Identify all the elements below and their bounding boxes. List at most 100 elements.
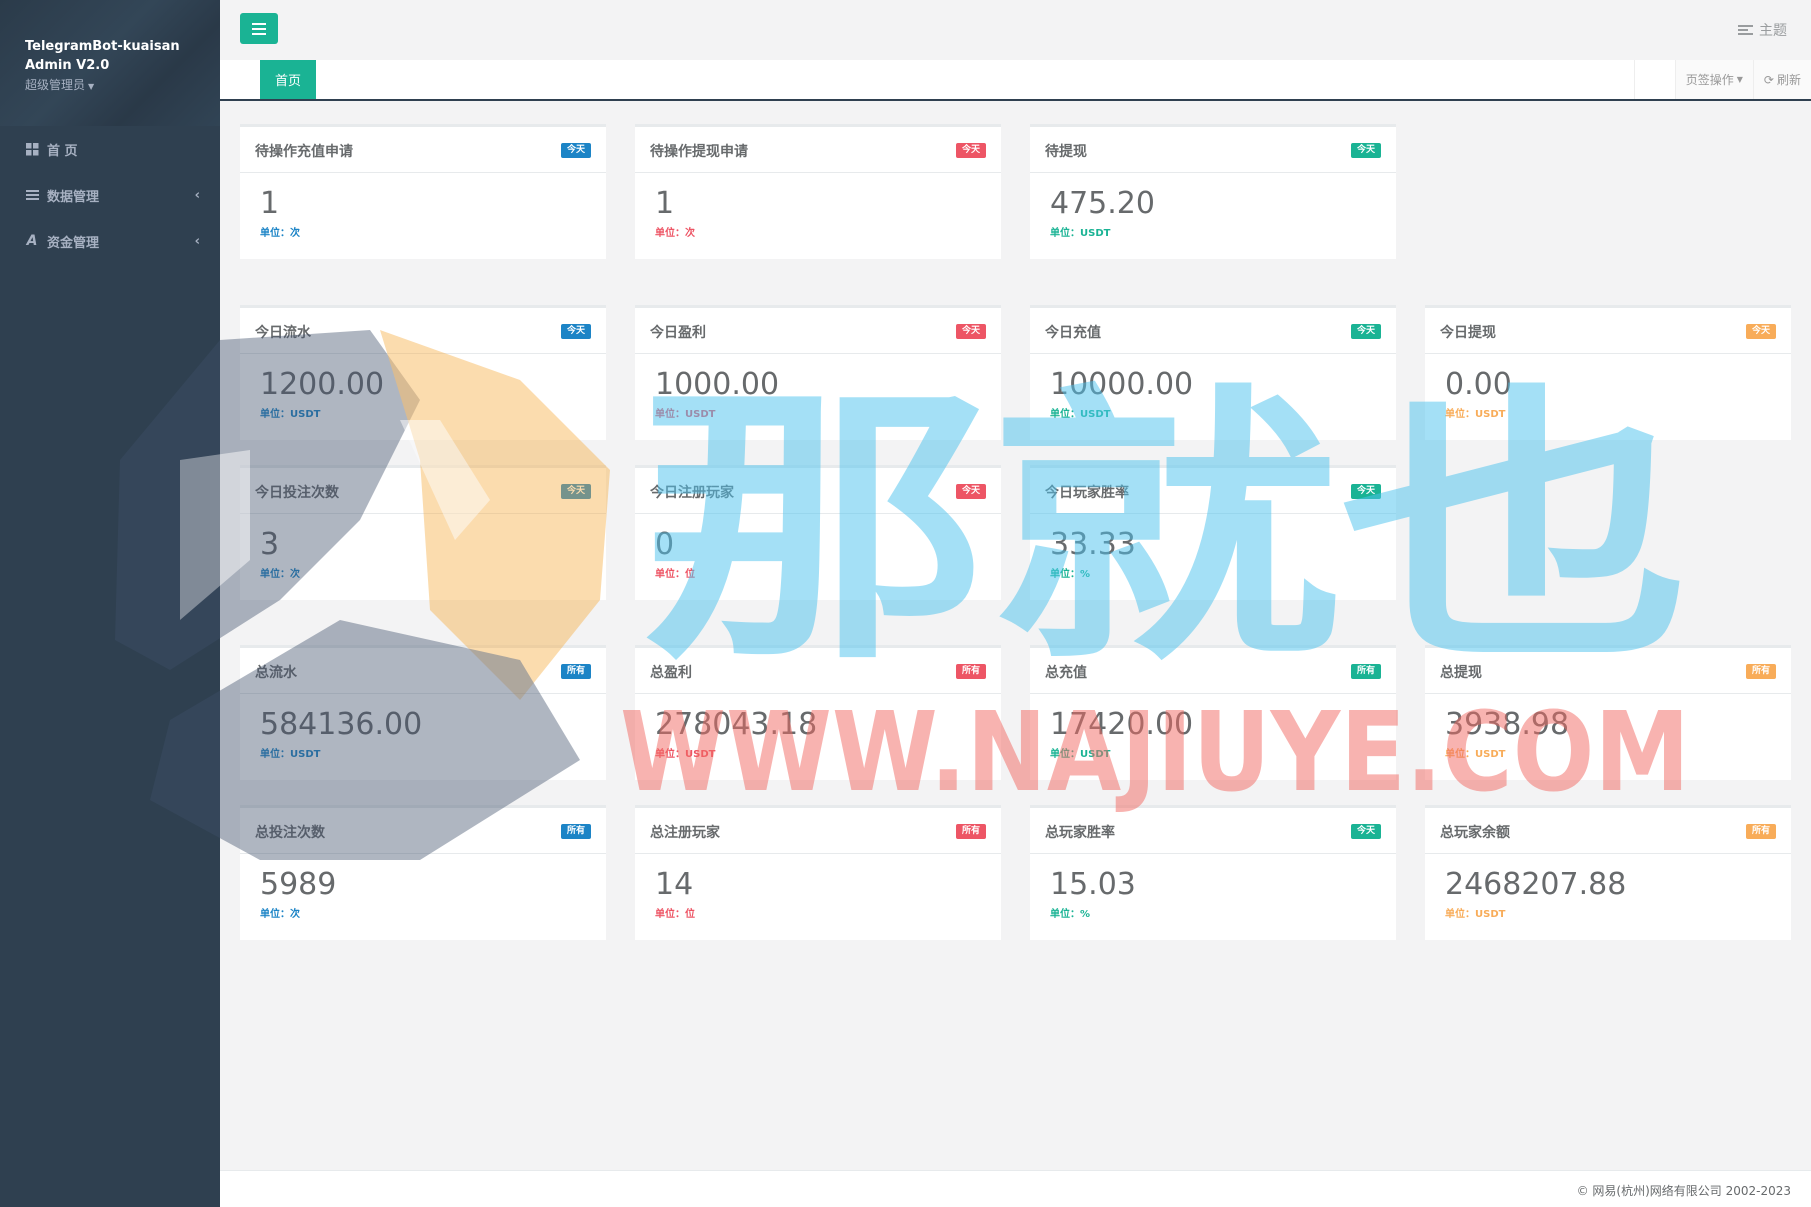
stat-card-header: 总充值 所有 [1030, 648, 1396, 694]
stat-card-title: 总提现 [1440, 665, 1482, 681]
stat-card-value: 2468207.88 [1445, 867, 1627, 902]
stat-card-title: 今日投注次数 [255, 485, 339, 501]
tab-scroll-right-button[interactable] [1633, 60, 1675, 99]
stat-card-unit: 单位：USDT [260, 409, 321, 420]
period-badge: 今天 [560, 143, 591, 158]
stat-card-unit: 单位：USDT [1050, 749, 1111, 760]
stat-card-unit: 单位：次 [655, 228, 695, 239]
stat-card-title: 总注册玩家 [650, 825, 720, 841]
stat-card-value: 33.33 [1050, 527, 1136, 562]
sidebar-item-label: 首 页 [47, 143, 78, 159]
refresh-button[interactable]: ⟳ 刷新 [1752, 60, 1811, 99]
stat-card-unit: 单位：次 [260, 569, 300, 580]
sidebar-item-fund-management[interactable]: A 资金管理 ‹ [0, 218, 220, 264]
stat-card-header: 今日玩家胜率 今天 [1030, 468, 1396, 514]
period-badge: 今天 [955, 484, 986, 499]
stat-card-header: 总投注次数 所有 [240, 808, 606, 854]
page-ops-dropdown[interactable]: 页签操作 ▼ [1674, 60, 1753, 99]
stat-card-value: 3 [260, 527, 280, 562]
period-badge: 今天 [1350, 324, 1381, 339]
stat-card-unit: 单位：USDT [1050, 228, 1111, 239]
theme-icon [1738, 25, 1753, 35]
stat-card-value: 10000.00 [1050, 367, 1194, 402]
stat-card-header: 今日投注次数 今天 [240, 468, 606, 514]
stat-card-unit: 单位：% [1050, 569, 1091, 580]
stat-card: 总玩家余额 所有 2468207.88 单位：USDT [1425, 805, 1791, 940]
sidebar-item-data-management[interactable]: 数据管理 ‹ [0, 172, 220, 218]
period-badge: 所有 [1350, 664, 1381, 679]
stat-card: 今日投注次数 今天 3 单位：次 [240, 465, 606, 600]
stat-card-value: 15.03 [1050, 867, 1136, 902]
stat-card-header: 今日盈利 今天 [635, 308, 1001, 354]
role-label: 超级管理员 [25, 78, 86, 92]
stat-card-title: 总玩家余额 [1440, 825, 1510, 841]
stat-card-header: 今日提现 今天 [1425, 308, 1791, 354]
stat-card: 总投注次数 所有 5989 单位：次 [240, 805, 606, 940]
period-badge: 今天 [1350, 143, 1381, 158]
sidebar-item-home[interactable]: 首 页 [0, 126, 220, 172]
stat-card-value: 3938.98 [1445, 707, 1570, 742]
stat-card-title: 待提现 [1045, 144, 1087, 160]
period-badge: 今天 [1350, 824, 1381, 839]
stat-card-value: 278043.18 [655, 707, 818, 742]
stat-card: 今日提现 今天 0.00 单位：USDT [1425, 305, 1791, 440]
stat-card: 待操作充值申请 今天 1 单位：次 [240, 124, 606, 259]
stat-card-header: 总流水 所有 [240, 648, 606, 694]
refresh-icon: ⟳ [1763, 72, 1774, 87]
role-dropdown[interactable]: 超级管理员 ▼ [25, 76, 220, 93]
stat-card-unit: 单位：USDT [655, 749, 716, 760]
stat-card-value: 584136.00 [260, 707, 423, 742]
stat-card-unit: 单位：位 [655, 569, 695, 580]
period-badge: 今天 [955, 143, 986, 158]
stat-card: 总玩家胜率 今天 15.03 单位：% [1030, 805, 1396, 940]
sidebar-nav: 首 页 数据管理 ‹ A 资金管理 ‹ [0, 126, 220, 264]
stat-card-header: 总注册玩家 所有 [635, 808, 1001, 854]
stat-card-header: 总盈利 所有 [635, 648, 1001, 694]
stat-card: 总注册玩家 所有 14 单位：位 [635, 805, 1001, 940]
period-badge: 今天 [560, 484, 591, 499]
theme-label: 主题 [1759, 23, 1787, 39]
menu-toggle-button[interactable] [240, 13, 278, 44]
page-ops-label: 页签操作 [1685, 73, 1734, 87]
period-badge: 今天 [560, 324, 591, 339]
stat-card-title: 今日充值 [1045, 325, 1101, 341]
tab-operations: 页签操作 ▼ ⟳ 刷新 [1633, 60, 1811, 99]
stat-card-header: 总玩家胜率 今天 [1030, 808, 1396, 854]
stat-card: 今日充值 今天 10000.00 单位：USDT [1030, 305, 1396, 440]
period-badge: 今天 [955, 324, 986, 339]
stat-card: 总流水 所有 584136.00 单位：USDT [240, 645, 606, 780]
stat-card-title: 总充值 [1045, 665, 1087, 681]
stat-card-title: 今日流水 [255, 325, 311, 341]
stat-card: 今日玩家胜率 今天 33.33 单位：% [1030, 465, 1396, 600]
stat-card-unit: 单位：USDT [1050, 409, 1111, 420]
font-a-icon: A [26, 233, 38, 249]
stat-card-unit: 单位：USDT [1445, 909, 1506, 920]
caret-down-icon: ▼ [88, 82, 95, 91]
stat-card-title: 今日提现 [1440, 325, 1496, 341]
tab-home[interactable]: 首页 [260, 60, 316, 99]
period-badge: 所有 [955, 664, 986, 679]
stat-card-value: 475.20 [1050, 186, 1155, 221]
stat-card: 待提现 今天 475.20 单位：USDT [1030, 124, 1396, 259]
stat-card-value: 1000.00 [655, 367, 780, 402]
stat-card-header: 待操作充值申请 今天 [240, 127, 606, 173]
stat-card-unit: 单位：次 [260, 228, 300, 239]
period-badge: 所有 [1745, 824, 1776, 839]
footer: © 网易(杭州)网络有限公司 2002-2023 [220, 1170, 1811, 1207]
stat-card-value: 14 [655, 867, 694, 902]
chevron-left-icon: ‹ [194, 187, 200, 203]
stat-card: 待操作提现申请 今天 1 单位：次 [635, 124, 1001, 259]
stat-card-unit: 单位：USDT [260, 749, 321, 760]
stat-card-header: 总提现 所有 [1425, 648, 1791, 694]
stat-card-unit: 单位：% [1050, 909, 1091, 920]
period-badge: 今天 [1350, 484, 1381, 499]
stat-card: 今日注册玩家 今天 0 单位：位 [635, 465, 1001, 600]
stat-card-value: 0 [655, 527, 675, 562]
list-icon [25, 189, 39, 201]
period-badge: 所有 [1745, 664, 1776, 679]
stat-card-value: 1 [260, 186, 280, 221]
period-badge: 今天 [1745, 324, 1776, 339]
stat-card-title: 总玩家胜率 [1045, 825, 1115, 841]
chevron-left-icon: ‹ [194, 233, 200, 249]
theme-button[interactable]: 主题 [1738, 20, 1787, 40]
